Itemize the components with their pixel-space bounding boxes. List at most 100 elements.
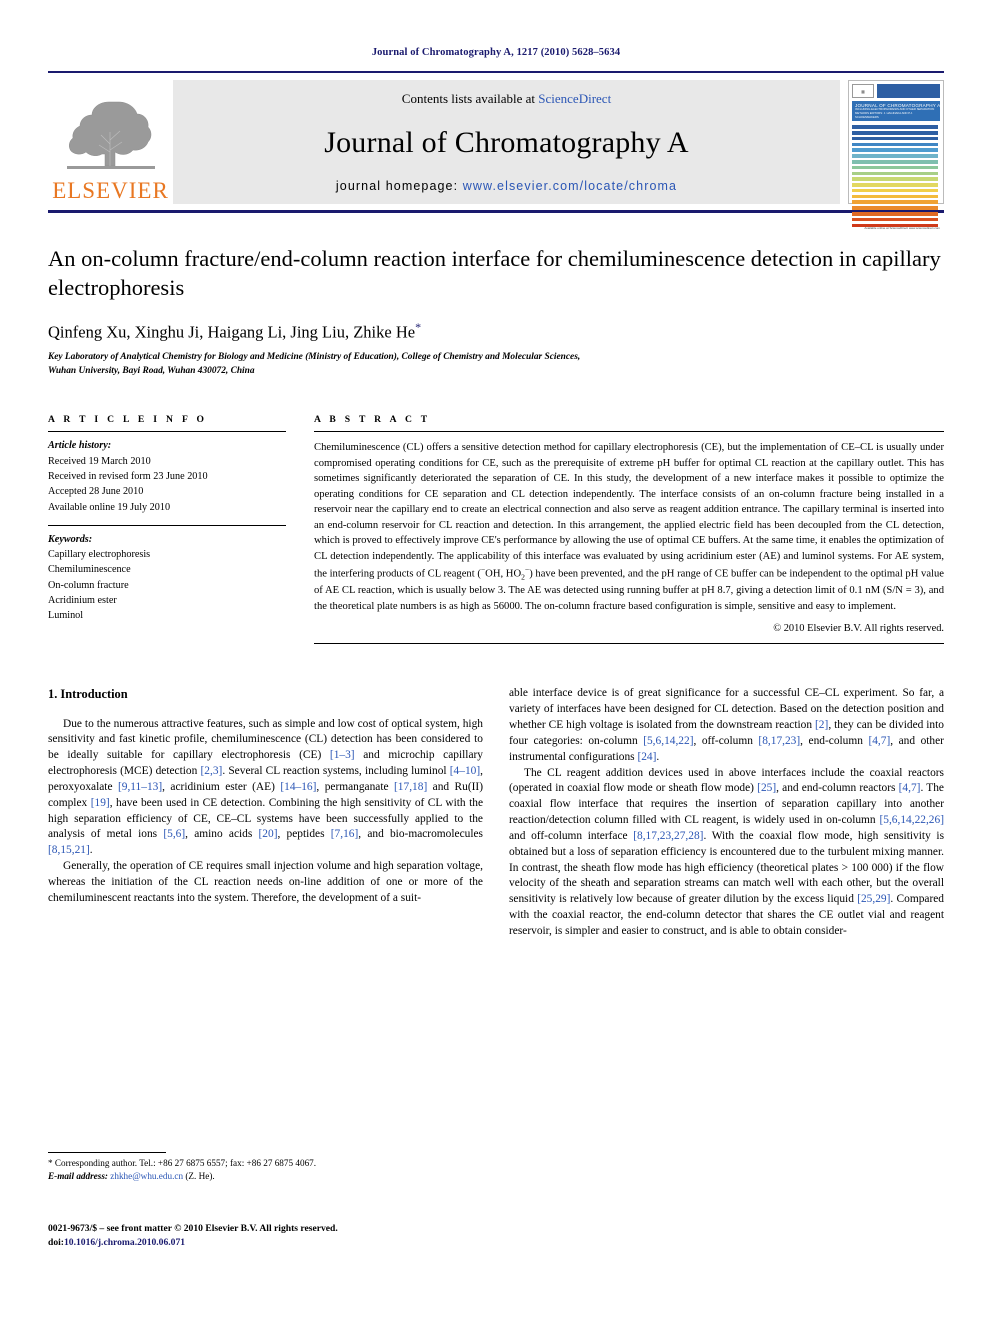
cover-stripe xyxy=(852,131,938,135)
article-history-label: Article history: xyxy=(48,440,112,452)
section-heading-introduction: 1. Introduction xyxy=(48,687,128,702)
cover-publisher-mark-icon: ▦ xyxy=(852,84,874,98)
article-info-heading: A R T I C L E I N F O xyxy=(48,414,208,426)
citation-ref[interactable]: [2,3] xyxy=(201,765,223,777)
cover-stripe xyxy=(852,154,938,158)
doi-link[interactable]: 10.1016/j.chroma.2010.06.071 xyxy=(64,1237,185,1248)
citation-ref[interactable]: [5,6,14,22,26] xyxy=(879,814,944,826)
keyword-item: Chemiluminescence xyxy=(48,564,131,576)
history-item: Available online 19 July 2010 xyxy=(48,501,171,513)
citation-ref[interactable]: [9,11–13] xyxy=(118,781,162,793)
sciencedirect-link[interactable]: ScienceDirect xyxy=(538,91,611,106)
journal-title: Journal of Chromatography A xyxy=(324,126,689,159)
title-block: An on-column fracture/end-column reactio… xyxy=(48,245,944,378)
cover-stripe xyxy=(852,171,938,176)
homepage-label: journal homepage: xyxy=(335,179,463,193)
abstract-column: A B S T R A C T Chemiluminescence (CL) o… xyxy=(314,414,944,645)
email-link[interactable]: zhkhe@whu.edu.cn xyxy=(110,1171,183,1181)
cover-stripe xyxy=(852,200,938,205)
footnote-email-line: E-mail address: zhkhe@whu.edu.cn (Z. He)… xyxy=(48,1170,478,1183)
p1-text-c: . Several CL reaction systems, including… xyxy=(222,765,450,778)
citation-ref[interactable]: [14–16] xyxy=(280,781,316,793)
email-suffix: (Z. He). xyxy=(183,1171,215,1182)
cover-top-bars xyxy=(877,84,940,98)
citation-ref[interactable]: [1–3] xyxy=(330,749,355,761)
cover-stripe xyxy=(852,206,938,210)
affiliation-line-2: Wuhan University, Bayi Road, Wuhan 43007… xyxy=(48,365,255,376)
journal-cover-thumbnail: ▦ JOURNAL OF CHROMATOGRAPHY A INCLUDING … xyxy=(848,80,944,230)
cover-stripe xyxy=(852,159,938,164)
abstract-rule-bottom xyxy=(314,643,944,645)
running-head: Journal of Chromatography A, 1217 (2010)… xyxy=(371,47,621,58)
masthead-banner: Contents lists available at ScienceDirec… xyxy=(173,80,840,204)
keywords-group: Keywords: Capillary electrophoresis Chem… xyxy=(48,526,286,624)
homepage-url-link[interactable]: www.elsevier.com/locate/chroma xyxy=(463,179,677,193)
footnote-contact-line: * Corresponding author. Tel.: +86 27 687… xyxy=(48,1158,317,1168)
cover-stripe xyxy=(852,148,938,153)
cover-stripe xyxy=(852,194,938,199)
corresponding-author-marker: * xyxy=(415,319,422,334)
p4-text-d: and off-column interface xyxy=(509,829,634,842)
intro-paragraph-2: Generally, the operation of CE requires … xyxy=(48,860,483,904)
journal-masthead: ELSEVIER Contents lists available at Sci… xyxy=(48,71,944,230)
cover-stripe xyxy=(852,125,938,129)
p1-text-e: , acridinium ester (AE) xyxy=(162,780,281,793)
citation-ref[interactable]: [4,7] xyxy=(899,782,921,794)
p3-text-f: . xyxy=(656,750,660,763)
contents-available-line: Contents lists available at ScienceDirec… xyxy=(402,91,611,107)
article-history-group: Article history: Received 19 March 2010 … xyxy=(48,432,286,514)
history-item: Received 19 March 2010 xyxy=(48,455,151,467)
citation-ref[interactable]: [19] xyxy=(91,797,110,809)
citation-ref[interactable]: [25] xyxy=(757,782,776,794)
corresponding-author-footnote: * Corresponding author. Tel.: +86 27 687… xyxy=(48,1153,478,1184)
citation-ref[interactable]: [17,18] xyxy=(394,781,427,793)
abstract-chem-1: OH, HO xyxy=(485,569,522,580)
citation-ref[interactable]: [4–10] xyxy=(450,765,480,777)
keyword-item: Luminol xyxy=(48,610,84,622)
p3-text-d: , end-column xyxy=(800,734,869,747)
elsevier-wordmark: ELSEVIER xyxy=(52,178,169,203)
imprint-region: 0021-9673/$ – see front matter © 2010 El… xyxy=(48,1222,478,1251)
cover-footer-text: Available online at ScienceDirect www.sc… xyxy=(864,226,940,231)
abstract-part-1: Chemiluminescence (CL) offers a sensitiv… xyxy=(314,442,944,580)
keyword-item: Acridinium ester xyxy=(48,595,117,607)
authors-names: Qinfeng Xu, Xinghu Ji, Haigang Li, Jing … xyxy=(48,322,416,342)
affiliation-line-1: Key Laboratory of Analytical Chemistry f… xyxy=(48,352,581,363)
abstract-text: Chemiluminescence (CL) offers a sensitiv… xyxy=(314,432,944,614)
p1-text-i: , amino acids xyxy=(185,828,259,841)
citation-ref[interactable]: [4,7] xyxy=(868,735,890,747)
p3-text-c: , off-column xyxy=(693,734,759,747)
citation-ref[interactable]: [8,17,23,27,28] xyxy=(633,830,703,842)
citation-ref[interactable]: [5,6] xyxy=(163,828,185,840)
keywords-label: Keywords: xyxy=(48,533,93,545)
author-list: Qinfeng Xu, Xinghu Ji, Haigang Li, Jing … xyxy=(48,320,944,343)
body-two-column-region: 1. Introduction Due to the numerous attr… xyxy=(48,686,944,940)
article-info-column: A R T I C L E I N F O Article history: R… xyxy=(48,414,286,644)
cover-stripe xyxy=(852,212,938,216)
p1-text-j: , peptides xyxy=(277,828,331,841)
citation-ref[interactable]: [8,15,21] xyxy=(48,844,90,856)
cover-stripe xyxy=(852,217,938,222)
footnote-region: * Corresponding author. Tel.: +86 27 687… xyxy=(48,1152,478,1184)
cover-color-stripes xyxy=(852,125,940,228)
citation-ref[interactable]: [7,16] xyxy=(331,828,359,840)
intro-paragraph-4: The CL reagent addition devices used in … xyxy=(509,766,944,940)
abstract-heading: A B S T R A C T xyxy=(314,414,431,426)
citation-ref[interactable]: [5,6,14,22] xyxy=(643,735,693,747)
elsevier-logo: ELSEVIER xyxy=(48,80,173,204)
cover-subtitle: INCLUDING ELECTROPHORESIS AND OTHER SEPA… xyxy=(855,107,935,119)
cover-stripe xyxy=(852,183,938,187)
history-item: Accepted 28 June 2010 xyxy=(48,486,144,498)
journal-homepage-line: journal homepage: www.elsevier.com/locat… xyxy=(336,179,677,193)
doi-label: doi: xyxy=(48,1237,64,1249)
keyword-item: Capillary electrophoresis xyxy=(48,549,151,561)
citation-ref[interactable]: [8,17,23] xyxy=(758,735,800,747)
cover-footer: Available online at ScienceDirect www.sc… xyxy=(852,227,940,231)
citation-ref[interactable]: [2] xyxy=(815,719,828,731)
citation-ref[interactable]: [24] xyxy=(637,751,656,763)
elsevier-tree-icon xyxy=(66,101,155,169)
p1-text-k: , and bio-macromolecules xyxy=(358,828,483,841)
citation-ref[interactable]: [20] xyxy=(259,828,278,840)
citation-ref[interactable]: [25,29] xyxy=(857,893,890,905)
doi-line: doi:10.1016/j.chroma.2010.06.071 xyxy=(48,1236,478,1250)
